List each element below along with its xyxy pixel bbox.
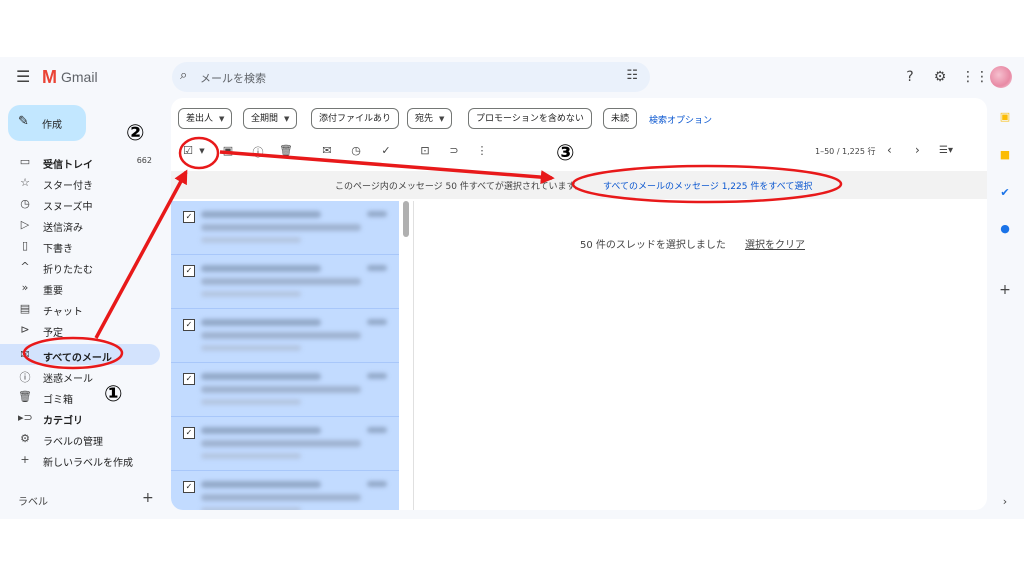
- arrow-step1-to-step2: [94, 169, 188, 339]
- select-all-highlight: [178, 136, 220, 170]
- step-3-marker: ③: [556, 141, 575, 166]
- step-1-marker: ①: [104, 382, 123, 407]
- arrow-step2-to-step3: [219, 150, 555, 185]
- select-all-link-highlight: [571, 164, 843, 204]
- step-2-marker: ②: [126, 121, 145, 146]
- annotation-overlay: ① ② ③: [22, 121, 843, 407]
- all-mail-highlight: [22, 336, 124, 370]
